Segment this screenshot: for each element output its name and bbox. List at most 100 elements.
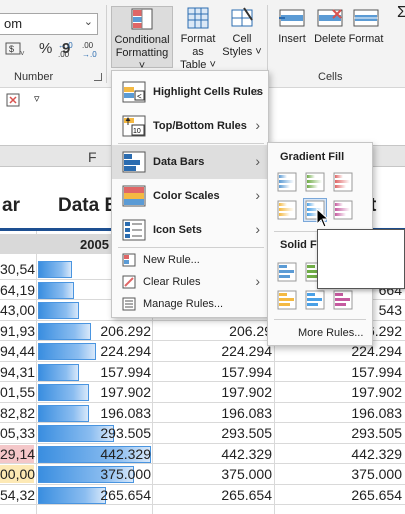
accounting-format-icon[interactable]: $ ˅: [4, 40, 26, 62]
solid-data-bar-swatch[interactable]: [276, 289, 298, 311]
menu-item-data-bars[interactable]: Data Bars ›: [112, 145, 268, 179]
table-row: 82,82 196.083 196.083 196.083: [0, 403, 405, 423]
delete-cells-icon: [316, 6, 344, 30]
cell[interactable]: 375.000: [152, 466, 272, 482]
mouse-pointer-icon: [316, 207, 330, 233]
menu-separator: [118, 143, 264, 144]
cell[interactable]: 293.505: [38, 425, 151, 441]
chevron-down-icon[interactable]: ▿: [34, 92, 40, 105]
clear-rules-icon: [122, 275, 136, 289]
cell[interactable]: 30,54: [0, 261, 35, 277]
menu-item-top-bottom-rules[interactable]: 10 Top/Bottom Rules ›: [112, 109, 268, 143]
cell[interactable]: 206.292: [38, 323, 151, 339]
cell[interactable]: 197.902: [152, 384, 272, 400]
group-separator: [106, 5, 107, 83]
delete-button[interactable]: Delete: [312, 6, 348, 46]
menu-item-color-scales[interactable]: Color Scales ›: [112, 179, 268, 213]
solid-data-bar-swatch[interactable]: [276, 261, 298, 283]
format-as-table-button[interactable]: Format as Table ˅: [174, 6, 222, 72]
cell[interactable]: 197.902: [275, 384, 402, 400]
cell[interactable]: 265.654: [275, 487, 402, 503]
cell-styles-icon: [230, 6, 254, 30]
gradient-fill-heading: Gradient Fill: [280, 151, 345, 163]
gradient-data-bar-swatch[interactable]: [332, 171, 354, 193]
column-header-f[interactable]: F: [88, 149, 97, 165]
cell[interactable]: 442.329: [38, 446, 151, 462]
chevron-right-icon: ›: [255, 273, 260, 289]
cell[interactable]: 375.000: [275, 466, 402, 482]
menu-label: Manage Rules...: [143, 298, 224, 310]
dialog-launcher-icon[interactable]: [94, 73, 102, 81]
cell[interactable]: 265.654: [38, 487, 151, 503]
cell[interactable]: 157.994: [275, 364, 402, 380]
decrease-decimal-icon[interactable]: .00 →.0: [82, 40, 98, 61]
cell[interactable]: 196.083: [38, 405, 151, 421]
cell[interactable]: 94,44: [0, 343, 35, 359]
cell[interactable]: 206.29: [152, 323, 272, 339]
menu-label: Data Bars: [153, 156, 205, 168]
percent-style-button[interactable]: %: [39, 40, 52, 57]
cell[interactable]: 00,00: [0, 465, 35, 483]
color-scales-icon: [122, 185, 146, 207]
font-name-combobox[interactable]: om ⌄: [0, 13, 98, 35]
gradient-data-bar-swatch[interactable]: [304, 171, 326, 193]
year-cell[interactable]: 2005: [80, 237, 109, 252]
cell[interactable]: 224.294: [152, 343, 272, 359]
cell[interactable]: 442.329: [152, 446, 272, 462]
more-rules-link[interactable]: More Rules...: [298, 327, 363, 339]
cancel-formula-icon[interactable]: [6, 93, 22, 114]
cell[interactable]: 01,55: [0, 384, 35, 400]
tooltip-preview: [317, 229, 405, 289]
cell[interactable]: 196.083: [152, 405, 272, 421]
menu-item-clear-rules[interactable]: Clear Rules ›: [112, 271, 268, 293]
solid-data-bar-swatch[interactable]: [304, 289, 326, 311]
gradient-data-bar-swatch[interactable]: [276, 171, 298, 193]
chevron-right-icon: ›: [255, 187, 260, 203]
menu-item-new-rule[interactable]: New Rule...: [112, 249, 268, 271]
menu-item-highlight-cells-rules[interactable]: < Highlight Cells Rules ›: [112, 75, 268, 109]
menu-item-icon-sets[interactable]: Icon Sets ›: [112, 213, 268, 247]
cs-label-line2: Styles ˅: [222, 46, 262, 58]
cell[interactable]: 293.505: [275, 425, 402, 441]
increase-decimal-icon[interactable]: ←.0.00: [58, 40, 74, 61]
cell[interactable]: 293.505: [152, 425, 272, 441]
menu-item-manage-rules[interactable]: Manage Rules...: [112, 293, 268, 315]
cell[interactable]: 157.994: [152, 364, 272, 380]
table-row: 29,14 442.329 442.329 442.329: [0, 444, 405, 464]
menu-separator: [274, 319, 366, 320]
menu-label: Clear Rules: [143, 276, 201, 288]
manage-rules-icon: [122, 297, 136, 311]
chevron-right-icon: ›: [255, 117, 260, 133]
chevron-down-icon[interactable]: ⌄: [84, 15, 93, 28]
cell[interactable]: 64,19: [0, 282, 35, 298]
cell-styles-button[interactable]: Cell Styles ˅: [222, 6, 262, 59]
cell[interactable]: 196.083: [275, 405, 402, 421]
cell[interactable]: 54,32: [0, 487, 35, 503]
cell[interactable]: 94,31: [0, 364, 35, 380]
top-bottom-icon: 10: [122, 115, 146, 137]
cell[interactable]: 157.994: [38, 364, 151, 380]
cell[interactable]: 43,00: [0, 302, 35, 318]
highlight-cells-icon: <: [122, 81, 146, 103]
cell[interactable]: 197.902: [38, 384, 151, 400]
cell[interactable]: 265.654: [152, 487, 272, 503]
cell[interactable]: 29,14: [0, 444, 35, 463]
cell[interactable]: 375.000: [38, 466, 151, 482]
cell[interactable]: 224.294: [38, 343, 151, 359]
cell[interactable]: 91,93: [0, 323, 35, 339]
solid-data-bar-swatch[interactable]: [332, 289, 354, 311]
cell[interactable]: 82,82: [0, 405, 35, 421]
sum-icon[interactable]: Σ: [396, 5, 405, 21]
menu-separator: [118, 247, 264, 248]
conditional-formatting-menu: < Highlight Cells Rules › 10 Top/Bottom …: [111, 70, 269, 318]
gradient-data-bar-swatch[interactable]: [332, 199, 354, 221]
chevron-right-icon: ›: [255, 221, 260, 237]
cell[interactable]: 05,33: [0, 425, 35, 441]
gradient-data-bar-swatch[interactable]: [276, 199, 298, 221]
insert-button[interactable]: Insert: [272, 6, 312, 46]
icon-sets-icon: [122, 219, 146, 241]
format-button[interactable]: Format: [348, 6, 384, 46]
cell[interactable]: 442.329: [275, 446, 402, 462]
header-cell[interactable]: ar: [2, 195, 20, 217]
conditional-formatting-button[interactable]: Conditional Formatting ˅: [111, 6, 173, 72]
